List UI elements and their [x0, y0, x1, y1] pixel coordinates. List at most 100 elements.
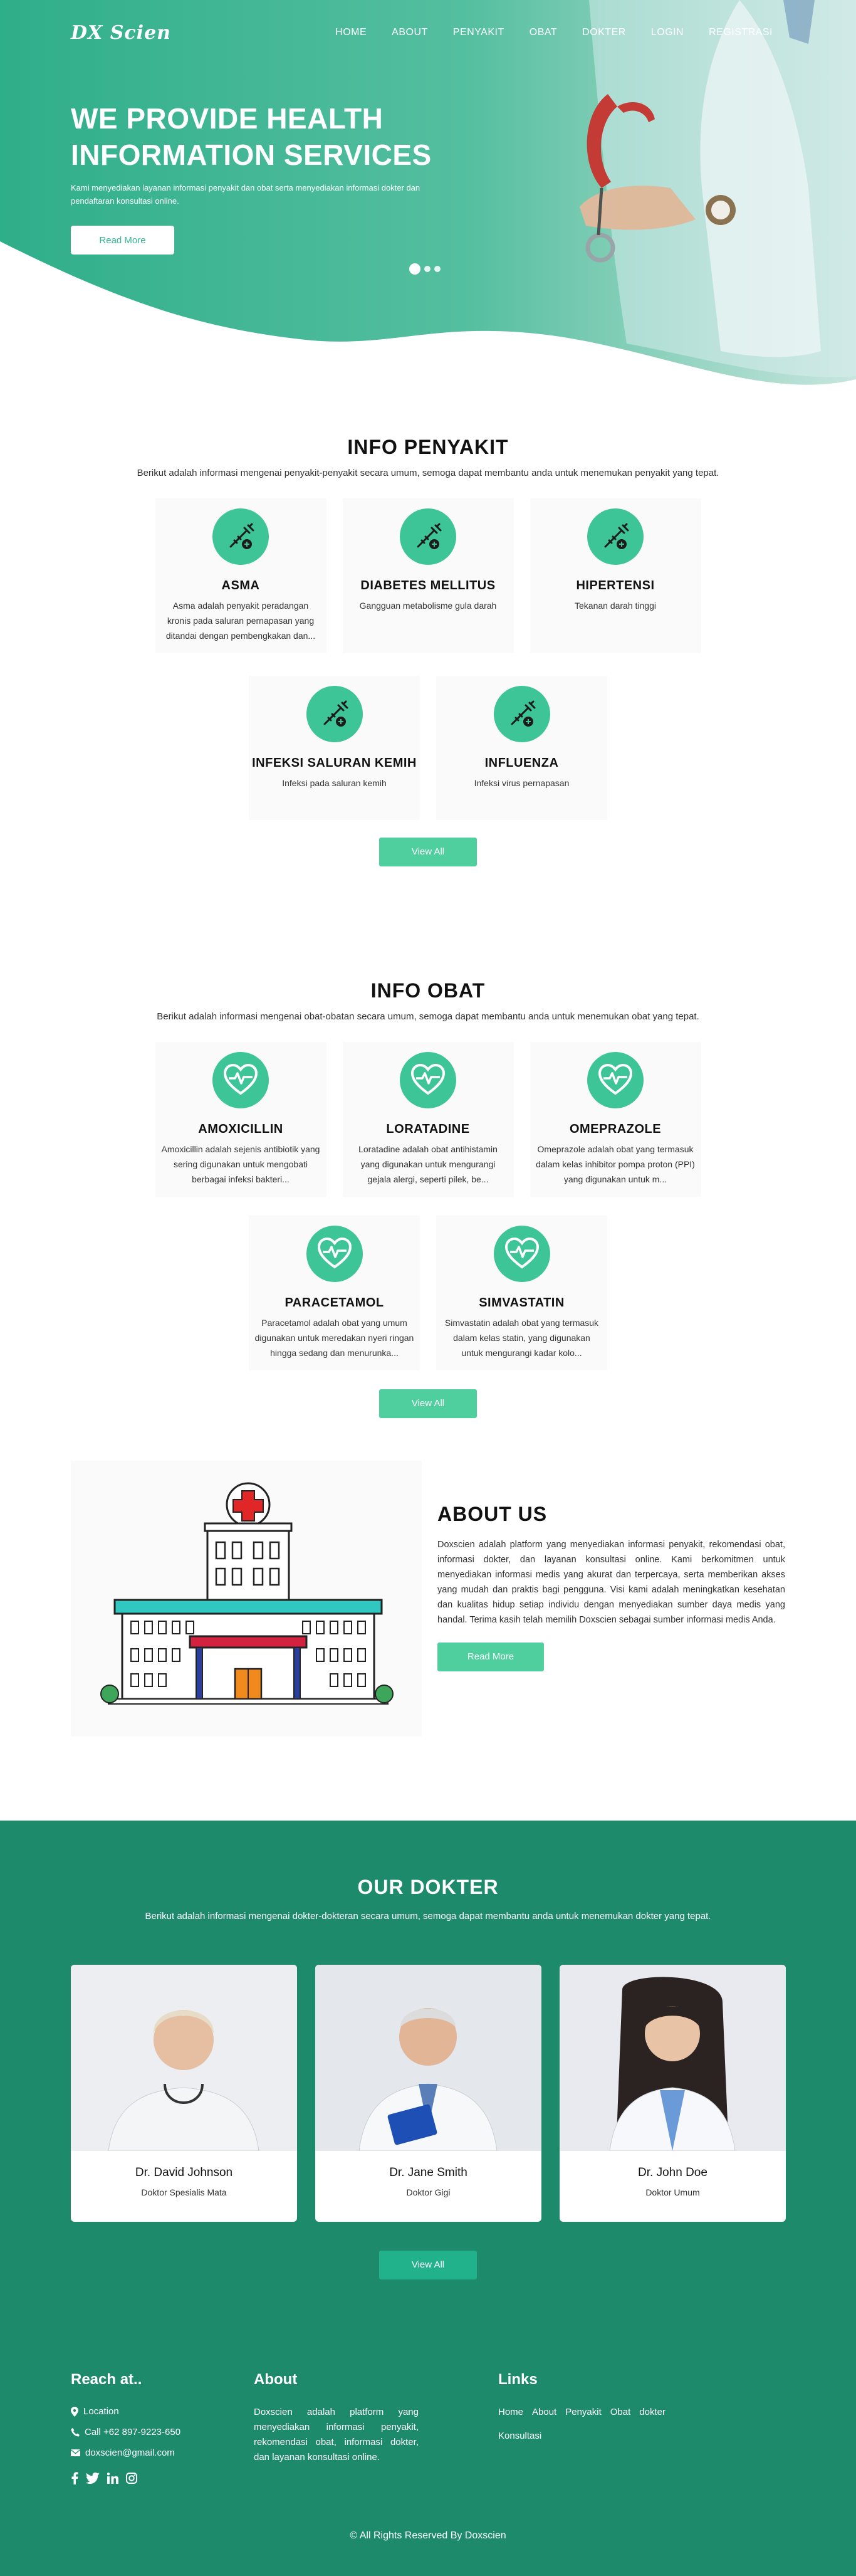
- doctor-photo: [71, 1965, 297, 2151]
- hero-subtitle: Kami menyediakan layanan informasi penya…: [71, 183, 420, 206]
- carousel-indicators: [409, 263, 441, 275]
- penyakit-name: ASMA: [221, 579, 260, 592]
- obat-card[interactable]: PARACETAMOL Paracetamol adalah obat yang…: [249, 1216, 420, 1370]
- obat-desc: Amoxicillin adalah sejenis antibiotik ya…: [161, 1144, 320, 1184]
- penyakit-desc: Infeksi pada saluran kemih: [282, 778, 387, 788]
- instagram-icon[interactable]: [126, 2473, 137, 2484]
- obat-view-all-button[interactable]: View All: [379, 1389, 477, 1418]
- obat-cards: AMOXICILLIN Amoxicillin adalah sejenis a…: [71, 1042, 785, 1370]
- footer-link-home[interactable]: Home: [498, 2405, 523, 2420]
- nav-dokter[interactable]: DOKTER: [570, 27, 639, 38]
- doctor-card[interactable]: Dr. Jane Smith Doktor Gigi: [315, 1965, 541, 2222]
- linkedin-icon[interactable]: [107, 2473, 118, 2484]
- footer-link-about[interactable]: About: [532, 2405, 556, 2420]
- doctor-card[interactable]: Dr. David Johnson Doktor Spesialis Mata: [71, 1965, 297, 2222]
- footer-about: About Doxscien adalah platform yang meny…: [254, 2371, 419, 2465]
- footer-link-penyakit[interactable]: Penyakit: [565, 2405, 602, 2420]
- doctor-photo: [315, 1965, 541, 2151]
- nav-links: HOME ABOUT PENYAKIT OBAT DOKTER LOGIN RE…: [323, 27, 785, 38]
- obat-name: SIMVASTATIN: [479, 1296, 565, 1310]
- footer-links-title: Links: [498, 2371, 538, 2388]
- obat-desc: Omeprazole adalah obat yang termasuk dal…: [536, 1144, 695, 1184]
- nav-obat[interactable]: OBAT: [517, 27, 570, 38]
- doctor-card[interactable]: Dr. John Doe Doktor Umum: [560, 1965, 786, 2222]
- doctor-name: Dr. Jane Smith: [389, 2166, 467, 2179]
- doctor-section: OUR DOKTER Berikut adalah informasi meng…: [0, 1821, 856, 2576]
- penyakit-cards: ASMA Asma adalah penyakit peradangan kro…: [71, 498, 785, 820]
- obat-card[interactable]: AMOXICILLIN Amoxicillin adalah sejenis a…: [155, 1042, 326, 1197]
- penyakit-desc: Asma adalah penyakit peradangan kronis p…: [165, 601, 316, 641]
- syringe-icon: [587, 508, 644, 565]
- penyakit-card[interactable]: INFLUENZA Infeksi virus pernapasan: [436, 676, 607, 820]
- obat-desc: Paracetamol adalah obat yang umum diguna…: [254, 1318, 414, 1358]
- doctor-name: Dr. David Johnson: [135, 2166, 233, 2179]
- syringe-icon: [212, 508, 269, 565]
- footer-link-konsultasi[interactable]: Konsultasi: [498, 2429, 711, 2444]
- hero-title-line1: WE PROVIDE HEALTH: [71, 102, 384, 135]
- footer-phone[interactable]: Call +62 897-9223-650: [71, 2427, 234, 2437]
- brand-logo[interactable]: DX Scien: [71, 22, 171, 44]
- about-title: ABOUT US: [437, 1503, 548, 1525]
- hospital-illustration: [100, 1482, 394, 1705]
- twitter-icon[interactable]: [86, 2473, 100, 2484]
- footer-link-dokter[interactable]: dokter: [639, 2405, 665, 2420]
- footer-location[interactable]: Location: [71, 2406, 234, 2417]
- footer-email-text: doxscien@gmail.com: [85, 2447, 175, 2458]
- syringe-icon: [493, 686, 550, 742]
- obat-desc: Loratadine adalah obat antihistamin yang…: [358, 1144, 498, 1184]
- about-text: Doxscien adalah platform yang menyediaka…: [437, 1540, 785, 1625]
- syringe-icon: [306, 686, 363, 742]
- heart-pulse-icon: [306, 1226, 363, 1282]
- footer-email[interactable]: doxscien@gmail.com: [71, 2447, 234, 2458]
- footer-about-title: About: [254, 2371, 298, 2388]
- obat-card[interactable]: SIMVASTATIN Simvastatin adalah obat yang…: [436, 1216, 607, 1370]
- top-navbar: DX Scien HOME ABOUT PENYAKIT OBAT DOKTER…: [0, 0, 856, 65]
- obat-subtitle: Berikut adalah informasi mengenai obat-o…: [157, 1011, 699, 1022]
- penyakit-card[interactable]: DIABETES MELLITUS Gangguan metabolisme g…: [342, 498, 514, 653]
- heart-pulse-icon: [493, 1226, 550, 1282]
- obat-card[interactable]: OMEPRAZOLE Omeprazole adalah obat yang t…: [530, 1042, 701, 1197]
- obat-name: OMEPRAZOLE: [569, 1122, 662, 1136]
- dokter-view-all-button[interactable]: View All: [379, 2251, 477, 2279]
- facebook-icon[interactable]: [71, 2472, 78, 2484]
- hero-read-more-button[interactable]: Read More: [71, 226, 174, 255]
- page-spacer: [0, 0, 1, 2576]
- penyakit-section: INFO PENYAKIT Berikut adalah informasi m…: [0, 389, 856, 866]
- heart-pulse-icon: [400, 1052, 456, 1108]
- penyakit-name: INFEKSI SALURAN KEMIH: [252, 756, 417, 770]
- doctor-photo: [560, 1965, 786, 2151]
- penyakit-name: HIPERTENSI: [576, 579, 655, 592]
- social-links: [71, 2472, 234, 2484]
- about-read-more-button[interactable]: Read More: [437, 1643, 544, 1671]
- heart-pulse-icon: [587, 1052, 644, 1108]
- carousel-dot[interactable]: [424, 266, 431, 272]
- footer-links-list: Home About Penyakit Obat dokter Konsulta…: [498, 2405, 711, 2444]
- penyakit-name: DIABETES MELLITUS: [360, 579, 496, 592]
- nav-login[interactable]: LOGIN: [639, 27, 696, 38]
- footer-phone-text: Call +62 897-9223-650: [85, 2427, 181, 2437]
- penyakit-subtitle: Berikut adalah informasi mengenai penyak…: [137, 468, 719, 478]
- doctor-name: Dr. John Doe: [638, 2166, 707, 2179]
- nav-penyakit[interactable]: PENYAKIT: [441, 27, 517, 38]
- obat-desc: Simvastatin adalah obat yang termasuk da…: [444, 1318, 599, 1358]
- nav-about[interactable]: ABOUT: [379, 27, 441, 38]
- penyakit-name: INFLUENZA: [484, 756, 559, 770]
- obat-name: AMOXICILLIN: [198, 1122, 283, 1136]
- carousel-dot[interactable]: [409, 263, 420, 275]
- nav-registrasi[interactable]: REGISTRASI: [696, 27, 785, 38]
- footer-location-text: Location: [83, 2406, 119, 2417]
- nav-home[interactable]: HOME: [323, 27, 379, 38]
- carousel-dot[interactable]: [434, 266, 441, 272]
- footer-about-text: Doxscien adalah platform yang menyediaka…: [254, 2407, 419, 2463]
- phone-icon: [71, 2427, 80, 2436]
- dokter-title: OUR DOKTER: [357, 1876, 499, 1898]
- penyakit-view-all-button[interactable]: View All: [379, 838, 477, 866]
- footer-reach-title: Reach at..: [71, 2371, 142, 2388]
- penyakit-card[interactable]: ASMA Asma adalah penyakit peradangan kro…: [155, 498, 326, 653]
- penyakit-card[interactable]: HIPERTENSI Tekanan darah tinggi: [530, 498, 701, 653]
- penyakit-title: INFO PENYAKIT: [347, 436, 509, 458]
- penyakit-card[interactable]: INFEKSI SALURAN KEMIH Infeksi pada salur…: [249, 676, 420, 820]
- obat-card[interactable]: LORATADINE Loratadine adalah obat antihi…: [342, 1042, 514, 1197]
- penyakit-desc: Gangguan metabolisme gula darah: [359, 601, 497, 611]
- footer-link-obat[interactable]: Obat: [610, 2405, 631, 2420]
